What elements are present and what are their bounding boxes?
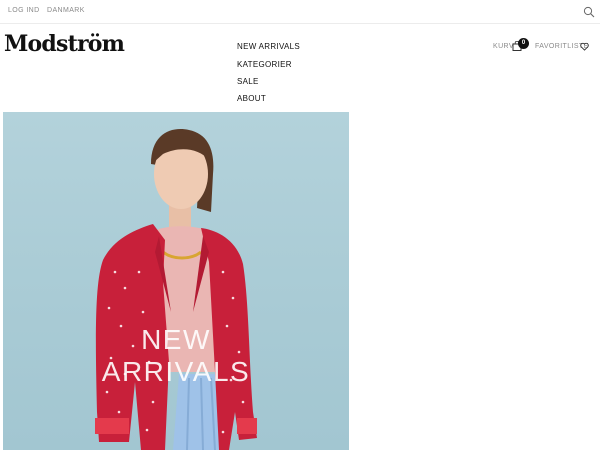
hero-banner[interactable]: NEW ARRIVALS (3, 112, 349, 450)
brand-logo[interactable]: Modström (4, 31, 125, 57)
login-link[interactable]: LOG IND (8, 7, 40, 14)
cart-label[interactable]: KURV (493, 43, 514, 50)
nav-item-sale[interactable]: SALE (237, 77, 259, 86)
nav-item-kategorier[interactable]: KATEGORIER (237, 60, 292, 69)
hero-title-line2: ARRIVALS (101, 356, 251, 387)
top-utility-bar: LOG IND DANMARK (0, 0, 600, 24)
heart-icon[interactable] (580, 42, 589, 51)
hero-title-line1: NEW (141, 324, 211, 355)
nav-item-new-arrivals[interactable]: NEW ARRIVALS (237, 42, 300, 51)
cart-count-badge: 0 (518, 38, 529, 49)
search-icon[interactable] (583, 6, 595, 18)
country-selector[interactable]: DANMARK (47, 7, 85, 14)
nav-item-about[interactable]: ABOUT (237, 94, 266, 103)
hero-model-image (95, 129, 257, 450)
